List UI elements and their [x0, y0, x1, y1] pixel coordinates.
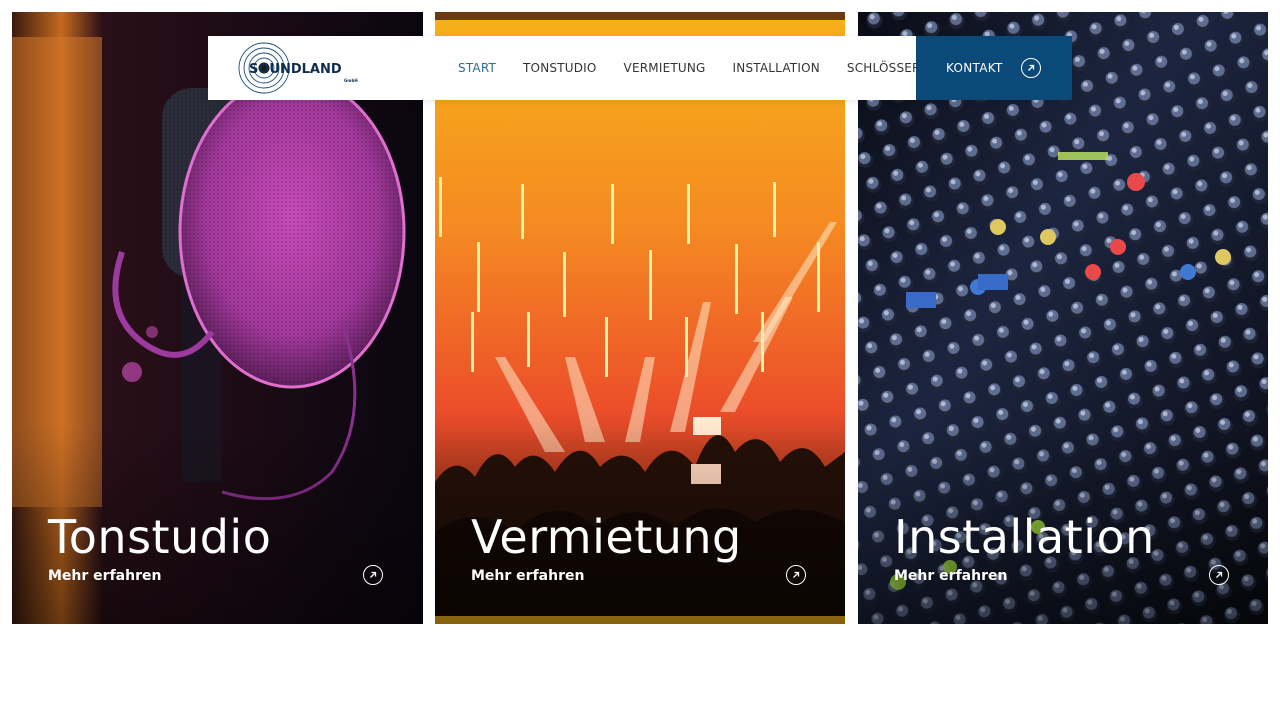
brand-suffix: GmbH — [344, 78, 358, 83]
more-link[interactable]: Mehr erfahren — [894, 568, 1007, 584]
kontakt-button[interactable]: KONTAKT — [916, 36, 1072, 100]
nav-installation[interactable]: INSTALLATION — [733, 61, 820, 75]
panel-vermietung[interactable]: Vermietung Mehr erfahren — [435, 12, 845, 624]
arrow-up-right-icon[interactable] — [363, 565, 383, 585]
panel-title: Vermietung — [471, 510, 742, 564]
service-panels: Tonstudio Mehr erfahren Vermietung Mehr … — [12, 12, 1268, 624]
arrow-up-right-icon[interactable] — [786, 565, 806, 585]
panel-installation[interactable]: Installation Mehr erfahren — [858, 12, 1268, 624]
panel-tonstudio[interactable]: Tonstudio Mehr erfahren — [12, 12, 423, 624]
arrow-up-right-icon[interactable] — [1209, 565, 1229, 585]
main-navigation: SOUNDLAND GmbH START TONSTUDIO VERMIETUN… — [208, 36, 1072, 100]
more-link[interactable]: Mehr erfahren — [48, 568, 161, 584]
arrow-up-right-icon — [370, 571, 377, 578]
nav-menu: START TONSTUDIO VERMIETUNG INSTALLATION … — [458, 36, 968, 100]
arrow-up-right-icon — [1028, 64, 1035, 71]
more-link[interactable]: Mehr erfahren — [471, 568, 584, 584]
nav-vermietung[interactable]: VERMIETUNG — [624, 61, 706, 75]
brand-name: SOUNDLAND — [249, 62, 342, 77]
nav-tonstudio[interactable]: TONSTUDIO — [523, 61, 597, 75]
panel-title: Tonstudio — [48, 510, 272, 564]
soundland-logo[interactable]: SOUNDLAND GmbH — [238, 42, 368, 94]
arrow-up-right-icon — [1021, 58, 1041, 78]
arrow-up-right-icon — [1216, 571, 1223, 578]
nav-start[interactable]: START — [458, 61, 496, 75]
panel-title: Installation — [894, 510, 1155, 564]
kontakt-label: KONTAKT — [946, 61, 1003, 75]
arrow-up-right-icon — [793, 571, 800, 578]
